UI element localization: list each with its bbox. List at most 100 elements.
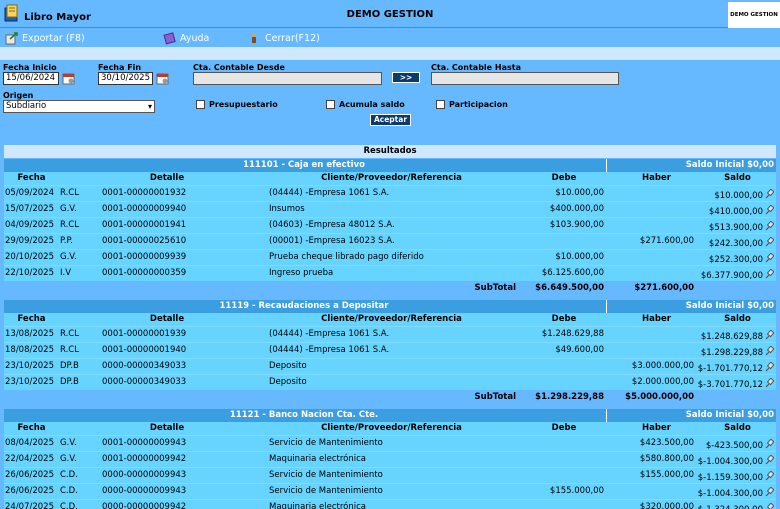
row-haber: $423.500,00 xyxy=(639,438,694,448)
row-debe: $10.000,00 xyxy=(555,188,604,198)
go-button[interactable]: >> xyxy=(392,72,420,83)
table-row[interactable]: 15/07/2025 G.V. 0001-00000009940 Insumos $40… xyxy=(4,201,776,217)
row-detalle: 0001-00000009942 xyxy=(102,454,187,464)
pin-icon[interactable] xyxy=(765,253,774,263)
participacion-checkbox[interactable]: Participacion xyxy=(436,100,508,109)
pin-icon[interactable] xyxy=(765,455,774,465)
table-row[interactable]: 22/10/2025 I.V 0001-00000000359 Ingreso pru… xyxy=(4,265,776,281)
row-fecha: 05/09/2024 xyxy=(5,188,54,198)
pin-icon[interactable] xyxy=(765,346,774,356)
row-fecha: 13/08/2025 xyxy=(5,329,54,339)
column-header-saldo: Saldo xyxy=(724,423,751,433)
column-header-detalle: Detalle xyxy=(149,173,185,183)
row-tipo: R.CL xyxy=(60,188,79,198)
row-fecha: 04/09/2025 xyxy=(5,220,54,230)
acumula-saldo-checkbox[interactable]: Acumula saldo xyxy=(326,100,405,109)
account-title: 11119 - Recaudaciones a Depositar xyxy=(219,301,389,311)
row-saldo: $-1.159.300,00 xyxy=(697,473,763,483)
table-row[interactable]: 13/08/2025 R.CL 0001-00000001939 (04444) -E… xyxy=(4,326,776,342)
table-row[interactable]: 23/10/2025 DP.B 0000-00000349033 Deposito $3… xyxy=(4,358,776,374)
close-button[interactable]: Cerrar(F12) xyxy=(248,31,320,45)
column-header-cliente: Cliente/Proveedor/Referencia xyxy=(321,173,462,183)
row-detalle: 0000-00000009943 xyxy=(102,486,187,496)
row-haber: $320.000,00 xyxy=(639,502,694,509)
row-tipo: DP.B xyxy=(60,361,79,371)
aceptar-button[interactable]: Aceptar xyxy=(370,114,411,126)
row-fecha: 18/08/2025 xyxy=(5,345,54,355)
column-header-saldo: Saldo xyxy=(724,314,751,324)
pin-icon[interactable] xyxy=(765,487,774,497)
row-cliente: (04444) -Empresa 1061 S.A. xyxy=(269,345,390,355)
account-title: 11121 - Banco Nacion Cta. Cte. xyxy=(229,410,379,420)
origen-select[interactable]: Subdiario ▾ xyxy=(3,100,155,113)
row-haber: $3.000.000,00 xyxy=(631,361,694,371)
row-fecha: 23/10/2025 xyxy=(5,377,54,387)
presupuestario-checkbox[interactable]: Presupuestario xyxy=(196,100,278,109)
origen-value: Subdiario xyxy=(6,101,47,111)
pin-icon[interactable] xyxy=(765,439,774,449)
cta-desde-input[interactable] xyxy=(193,72,382,85)
pin-icon[interactable] xyxy=(765,205,774,215)
row-detalle: 0001-00000009943 xyxy=(102,438,187,448)
row-tipo: C.D. xyxy=(60,470,78,480)
export-button[interactable]: Exportar (F8) xyxy=(5,31,85,45)
column-header-debe: Debe xyxy=(551,173,577,183)
pin-icon[interactable] xyxy=(765,221,774,231)
calendar-icon[interactable] xyxy=(156,72,169,85)
account-group: 11119 - Recaudaciones a Depositar Saldo I… xyxy=(4,300,776,405)
table-row[interactable]: 05/09/2024 R.CL 0001-00000001932 (04444) -E… xyxy=(4,185,776,201)
pin-icon[interactable] xyxy=(765,503,774,509)
row-fecha: 26/06/2025 xyxy=(5,470,54,480)
row-cliente: (04444) -Empresa 1061 S.A. xyxy=(269,329,390,339)
table-row[interactable]: 22/04/2025 G.V. 0001-00000009942 Maquinaria… xyxy=(4,451,776,467)
row-tipo: P.P. xyxy=(60,236,74,246)
table-row[interactable]: 20/10/2025 G.V. 0001-00000009939 Prueba che… xyxy=(4,249,776,265)
origen-label: Origen xyxy=(3,91,34,100)
company-name: DEMO GESTION xyxy=(346,9,434,20)
pin-icon[interactable] xyxy=(765,269,774,279)
account-group: 11121 - Banco Nacion Cta. Cte. Saldo Inic… xyxy=(4,409,776,509)
table-row[interactable]: 08/04/2025 G.V. 0001-00000009943 Servicio d… xyxy=(4,435,776,451)
subtotal-haber: $271.600,00 xyxy=(634,283,694,293)
cta-hasta-input[interactable] xyxy=(431,72,619,85)
fecha-inicio-input[interactable]: 15/06/2024 xyxy=(3,72,59,85)
table-row[interactable]: 26/06/2025 C.D. 0000-00000009943 Servicio d… xyxy=(4,467,776,483)
pin-icon[interactable] xyxy=(765,237,774,247)
table-row[interactable]: 26/06/2025 C.D. 0000-00000009943 Servicio d… xyxy=(4,483,776,499)
column-header-haber: Haber xyxy=(642,173,671,183)
column-header-fecha: Fecha xyxy=(17,423,46,433)
column-headers: Fecha Detalle Cliente/Proveedor/Referencia… xyxy=(4,172,776,185)
pin-icon[interactable] xyxy=(765,471,774,481)
row-fecha: 26/06/2025 xyxy=(5,486,54,496)
checkbox-box[interactable] xyxy=(196,100,205,109)
pin-icon[interactable] xyxy=(765,378,774,388)
close-label: Cerrar(F12) xyxy=(265,32,320,44)
row-haber: $2.000.000,00 xyxy=(631,377,694,387)
help-button[interactable]: Ayuda xyxy=(163,31,209,45)
fecha-inicio-label: Fecha Inicio xyxy=(3,63,57,72)
row-fecha: 15/07/2025 xyxy=(5,204,54,214)
column-header-fecha: Fecha xyxy=(17,314,46,324)
row-cliente: Servicio de Mantenimiento xyxy=(269,470,383,480)
checkbox-box[interactable] xyxy=(436,100,445,109)
table-row[interactable]: 18/08/2025 R.CL 0001-00000001940 (04444) -E… xyxy=(4,342,776,358)
row-cliente: (04444) -Empresa 1061 S.A. xyxy=(269,188,390,198)
table-row[interactable]: 23/10/2025 DP.B 0000-00000349033 Deposito $2… xyxy=(4,374,776,390)
calendar-icon[interactable] xyxy=(62,72,75,85)
pin-icon[interactable] xyxy=(765,189,774,199)
subtotal-label: SubTotal xyxy=(474,392,516,402)
fecha-fin-input[interactable]: 30/10/2025 xyxy=(98,72,153,85)
pin-icon[interactable] xyxy=(765,330,774,340)
help-label: Ayuda xyxy=(180,32,210,44)
checkbox-box[interactable] xyxy=(326,100,335,109)
table-row[interactable]: 24/07/2025 C.D. 0000-00000009942 Maquinaria… xyxy=(4,499,776,509)
saldo-inicial: Saldo Inicial $0,00 xyxy=(606,159,776,172)
pin-icon[interactable] xyxy=(765,362,774,372)
row-cliente: Servicio de Mantenimiento xyxy=(269,486,383,496)
row-tipo: R.CL xyxy=(60,329,79,339)
subtotal-label: SubTotal xyxy=(474,283,516,293)
row-cliente: (04603) -Empresa 48012 S.A. xyxy=(269,220,395,230)
table-row[interactable]: 29/09/2025 P.P. 0001-00000025610 (00001) -E… xyxy=(4,233,776,249)
saldo-inicial: Saldo Inicial $0,00 xyxy=(606,300,776,313)
table-row[interactable]: 04/09/2025 R.CL 0001-00000001941 (04603) -E… xyxy=(4,217,776,233)
